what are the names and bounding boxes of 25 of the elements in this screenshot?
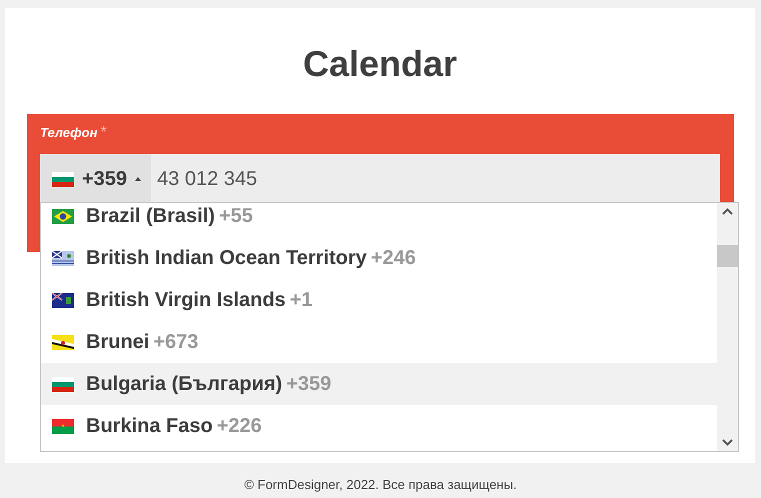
country-option[interactable]: Brunei +673 xyxy=(41,321,717,363)
field-label: Телефон xyxy=(40,125,98,140)
flag-icon xyxy=(52,172,74,186)
caret-icon xyxy=(135,177,142,181)
country-option[interactable]: Bulgaria (България) +359 xyxy=(41,363,717,405)
flag-icon xyxy=(52,292,74,308)
required-mark: * xyxy=(100,124,107,141)
flag-icon xyxy=(52,250,74,266)
flag-icon xyxy=(52,208,74,224)
footer-text: © FormDesigner, 2022. Все права защищены. xyxy=(243,477,518,492)
scroll-down-icon[interactable] xyxy=(722,439,733,446)
country-option[interactable]: British Indian Ocean Territory +246 xyxy=(41,237,717,279)
flag-icon xyxy=(52,418,74,434)
scroll-up-icon[interactable] xyxy=(722,208,733,215)
scroll-thumb[interactable] xyxy=(717,245,738,267)
country-option[interactable]: British Virgin Islands +1 xyxy=(41,279,717,321)
country-selector[interactable]: +359 xyxy=(40,154,152,204)
scrollbar[interactable] xyxy=(717,203,738,451)
phone-number: 43 012 345 xyxy=(156,168,258,190)
flag-icon xyxy=(52,376,74,392)
country-option[interactable]: Burkina Faso +226 xyxy=(41,405,717,447)
phone-field[interactable]: +359 43 012 345 xyxy=(40,154,720,204)
flag-icon xyxy=(52,334,74,350)
page-title: Calendar xyxy=(302,46,458,82)
country-option[interactable]: Brazil (Brasil) +55 xyxy=(41,203,717,237)
